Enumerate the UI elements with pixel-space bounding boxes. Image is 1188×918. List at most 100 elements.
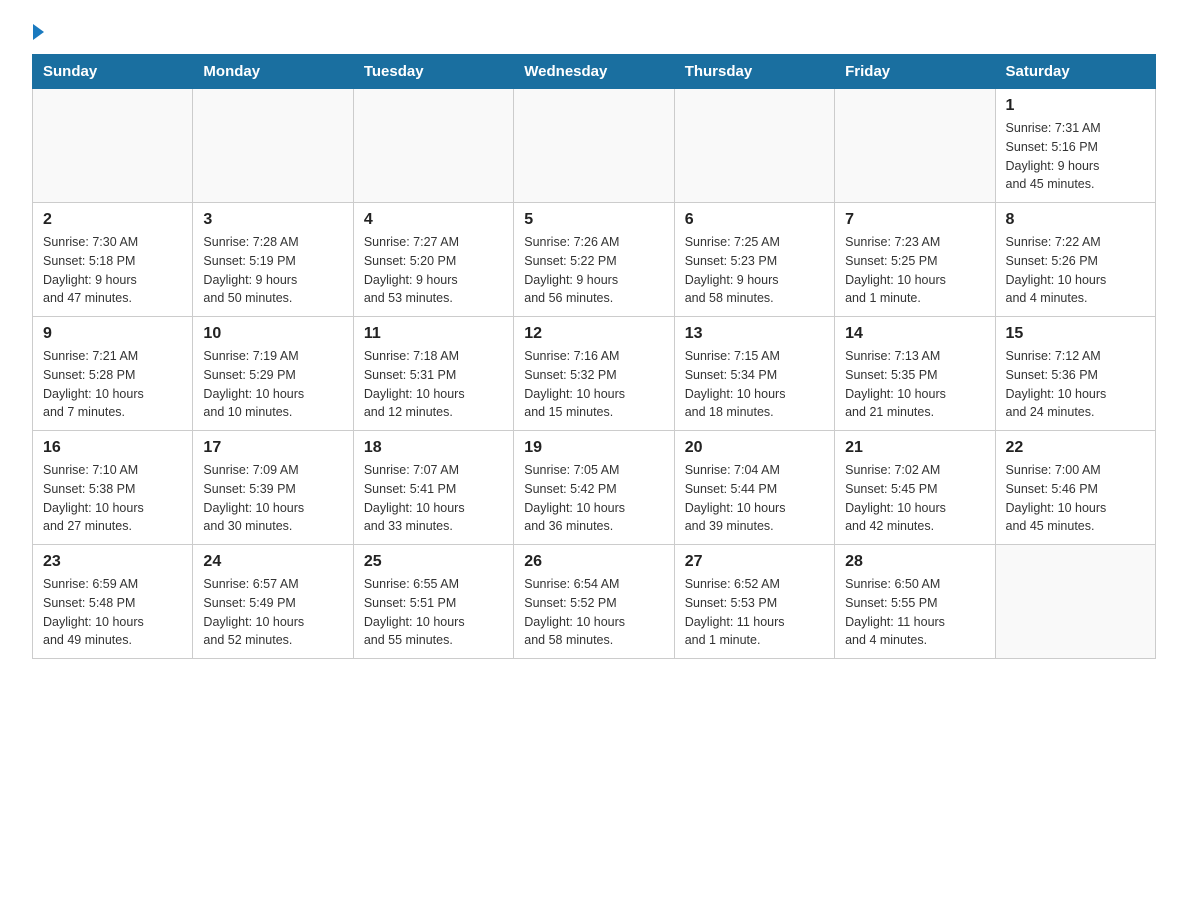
- logo: [32, 24, 44, 38]
- calendar-cell: 8 Sunrise: 7:22 AM Sunset: 5:26 PM Daylig…: [995, 203, 1155, 317]
- calendar-cell: 12 Sunrise: 7:16 AM Sunset: 5:32 PM Dayli…: [514, 317, 674, 431]
- day-info: Sunrise: 7:07 AM Sunset: 5:41 PM Dayligh…: [364, 461, 503, 536]
- day-number: 17: [203, 439, 342, 457]
- day-number: 21: [845, 439, 984, 457]
- day-info: Sunrise: 6:57 AM Sunset: 5:49 PM Dayligh…: [203, 575, 342, 650]
- day-info: Sunrise: 6:55 AM Sunset: 5:51 PM Dayligh…: [364, 575, 503, 650]
- calendar-week-2: 2 Sunrise: 7:30 AM Sunset: 5:18 PM Daylig…: [33, 203, 1156, 317]
- calendar-cell: [33, 89, 193, 203]
- column-header-friday: Friday: [835, 55, 995, 89]
- day-info: Sunrise: 6:50 AM Sunset: 5:55 PM Dayligh…: [845, 575, 984, 650]
- day-number: 13: [685, 325, 824, 343]
- calendar-cell: 27 Sunrise: 6:52 AM Sunset: 5:53 PM Dayli…: [674, 545, 834, 659]
- day-number: 2: [43, 211, 182, 229]
- day-info: Sunrise: 7:02 AM Sunset: 5:45 PM Dayligh…: [845, 461, 984, 536]
- column-header-saturday: Saturday: [995, 55, 1155, 89]
- calendar-week-4: 16 Sunrise: 7:10 AM Sunset: 5:38 PM Dayli…: [33, 431, 1156, 545]
- calendar-cell: 15 Sunrise: 7:12 AM Sunset: 5:36 PM Dayli…: [995, 317, 1155, 431]
- day-number: 7: [845, 211, 984, 229]
- column-header-sunday: Sunday: [33, 55, 193, 89]
- day-info: Sunrise: 6:59 AM Sunset: 5:48 PM Dayligh…: [43, 575, 182, 650]
- day-number: 20: [685, 439, 824, 457]
- calendar-cell: 6 Sunrise: 7:25 AM Sunset: 5:23 PM Daylig…: [674, 203, 834, 317]
- calendar-cell: 2 Sunrise: 7:30 AM Sunset: 5:18 PM Daylig…: [33, 203, 193, 317]
- day-info: Sunrise: 7:27 AM Sunset: 5:20 PM Dayligh…: [364, 233, 503, 308]
- calendar-cell: [193, 89, 353, 203]
- day-info: Sunrise: 7:12 AM Sunset: 5:36 PM Dayligh…: [1006, 347, 1145, 422]
- calendar-cell: 13 Sunrise: 7:15 AM Sunset: 5:34 PM Dayli…: [674, 317, 834, 431]
- day-info: Sunrise: 7:21 AM Sunset: 5:28 PM Dayligh…: [43, 347, 182, 422]
- day-info: Sunrise: 7:28 AM Sunset: 5:19 PM Dayligh…: [203, 233, 342, 308]
- column-header-tuesday: Tuesday: [353, 55, 513, 89]
- calendar-cell: [674, 89, 834, 203]
- day-number: 16: [43, 439, 182, 457]
- calendar-cell: 7 Sunrise: 7:23 AM Sunset: 5:25 PM Daylig…: [835, 203, 995, 317]
- day-number: 5: [524, 211, 663, 229]
- day-number: 24: [203, 553, 342, 571]
- day-number: 27: [685, 553, 824, 571]
- day-number: 11: [364, 325, 503, 343]
- day-info: Sunrise: 7:15 AM Sunset: 5:34 PM Dayligh…: [685, 347, 824, 422]
- column-header-monday: Monday: [193, 55, 353, 89]
- column-header-thursday: Thursday: [674, 55, 834, 89]
- calendar-cell: 16 Sunrise: 7:10 AM Sunset: 5:38 PM Dayli…: [33, 431, 193, 545]
- calendar-table: SundayMondayTuesdayWednesdayThursdayFrid…: [32, 54, 1156, 659]
- day-info: Sunrise: 7:16 AM Sunset: 5:32 PM Dayligh…: [524, 347, 663, 422]
- calendar-cell: 26 Sunrise: 6:54 AM Sunset: 5:52 PM Dayli…: [514, 545, 674, 659]
- day-number: 6: [685, 211, 824, 229]
- calendar-week-3: 9 Sunrise: 7:21 AM Sunset: 5:28 PM Daylig…: [33, 317, 1156, 431]
- calendar-cell: [353, 89, 513, 203]
- day-number: 8: [1006, 211, 1145, 229]
- column-header-wednesday: Wednesday: [514, 55, 674, 89]
- day-number: 1: [1006, 97, 1145, 115]
- calendar-cell: 14Sunrise: 7:13 AM Sunset: 5:35 PM Dayli…: [835, 317, 995, 431]
- calendar-cell: [835, 89, 995, 203]
- day-info: Sunrise: 7:26 AM Sunset: 5:22 PM Dayligh…: [524, 233, 663, 308]
- calendar-week-5: 23 Sunrise: 6:59 AM Sunset: 5:48 PM Dayli…: [33, 545, 1156, 659]
- logo-triangle-icon: [33, 24, 44, 40]
- day-info: Sunrise: 7:23 AM Sunset: 5:25 PM Dayligh…: [845, 233, 984, 308]
- calendar-cell: 5 Sunrise: 7:26 AM Sunset: 5:22 PM Daylig…: [514, 203, 674, 317]
- day-number: 19: [524, 439, 663, 457]
- calendar-cell: 3Sunrise: 7:28 AM Sunset: 5:19 PM Daylig…: [193, 203, 353, 317]
- calendar-cell: 19 Sunrise: 7:05 AM Sunset: 5:42 PM Dayli…: [514, 431, 674, 545]
- calendar-cell: 9 Sunrise: 7:21 AM Sunset: 5:28 PM Daylig…: [33, 317, 193, 431]
- calendar-cell: 20 Sunrise: 7:04 AM Sunset: 5:44 PM Dayli…: [674, 431, 834, 545]
- day-number: 23: [43, 553, 182, 571]
- calendar-cell: 10Sunrise: 7:19 AM Sunset: 5:29 PM Dayli…: [193, 317, 353, 431]
- day-number: 15: [1006, 325, 1145, 343]
- day-number: 22: [1006, 439, 1145, 457]
- day-info: Sunrise: 7:04 AM Sunset: 5:44 PM Dayligh…: [685, 461, 824, 536]
- day-number: 12: [524, 325, 663, 343]
- day-info: Sunrise: 6:54 AM Sunset: 5:52 PM Dayligh…: [524, 575, 663, 650]
- page-header: [32, 24, 1156, 38]
- calendar-cell: 1 Sunrise: 7:31 AM Sunset: 5:16 PM Daylig…: [995, 89, 1155, 203]
- calendar-cell: 11 Sunrise: 7:18 AM Sunset: 5:31 PM Dayli…: [353, 317, 513, 431]
- day-number: 10: [203, 325, 342, 343]
- calendar-cell: [995, 545, 1155, 659]
- day-info: Sunrise: 7:25 AM Sunset: 5:23 PM Dayligh…: [685, 233, 824, 308]
- calendar-cell: 18 Sunrise: 7:07 AM Sunset: 5:41 PM Dayli…: [353, 431, 513, 545]
- day-number: 28: [845, 553, 984, 571]
- day-info: Sunrise: 7:13 AM Sunset: 5:35 PM Dayligh…: [845, 347, 984, 422]
- calendar-cell: 28 Sunrise: 6:50 AM Sunset: 5:55 PM Dayli…: [835, 545, 995, 659]
- calendar-week-1: 1 Sunrise: 7:31 AM Sunset: 5:16 PM Daylig…: [33, 89, 1156, 203]
- day-info: Sunrise: 7:10 AM Sunset: 5:38 PM Dayligh…: [43, 461, 182, 536]
- calendar-cell: 24 Sunrise: 6:57 AM Sunset: 5:49 PM Dayli…: [193, 545, 353, 659]
- day-number: 9: [43, 325, 182, 343]
- day-info: Sunrise: 7:18 AM Sunset: 5:31 PM Dayligh…: [364, 347, 503, 422]
- day-number: 18: [364, 439, 503, 457]
- day-number: 25: [364, 553, 503, 571]
- calendar-cell: 23 Sunrise: 6:59 AM Sunset: 5:48 PM Dayli…: [33, 545, 193, 659]
- calendar-cell: 25 Sunrise: 6:55 AM Sunset: 5:51 PM Dayli…: [353, 545, 513, 659]
- day-info: Sunrise: 7:09 AM Sunset: 5:39 PM Dayligh…: [203, 461, 342, 536]
- day-info: Sunrise: 7:22 AM Sunset: 5:26 PM Dayligh…: [1006, 233, 1145, 308]
- day-info: Sunrise: 7:30 AM Sunset: 5:18 PM Dayligh…: [43, 233, 182, 308]
- day-info: Sunrise: 7:00 AM Sunset: 5:46 PM Dayligh…: [1006, 461, 1145, 536]
- day-number: 26: [524, 553, 663, 571]
- day-info: Sunrise: 7:05 AM Sunset: 5:42 PM Dayligh…: [524, 461, 663, 536]
- calendar-cell: 4Sunrise: 7:27 AM Sunset: 5:20 PM Daylig…: [353, 203, 513, 317]
- calendar-cell: 17 Sunrise: 7:09 AM Sunset: 5:39 PM Dayli…: [193, 431, 353, 545]
- day-info: Sunrise: 6:52 AM Sunset: 5:53 PM Dayligh…: [685, 575, 824, 650]
- day-info: Sunrise: 7:31 AM Sunset: 5:16 PM Dayligh…: [1006, 119, 1145, 194]
